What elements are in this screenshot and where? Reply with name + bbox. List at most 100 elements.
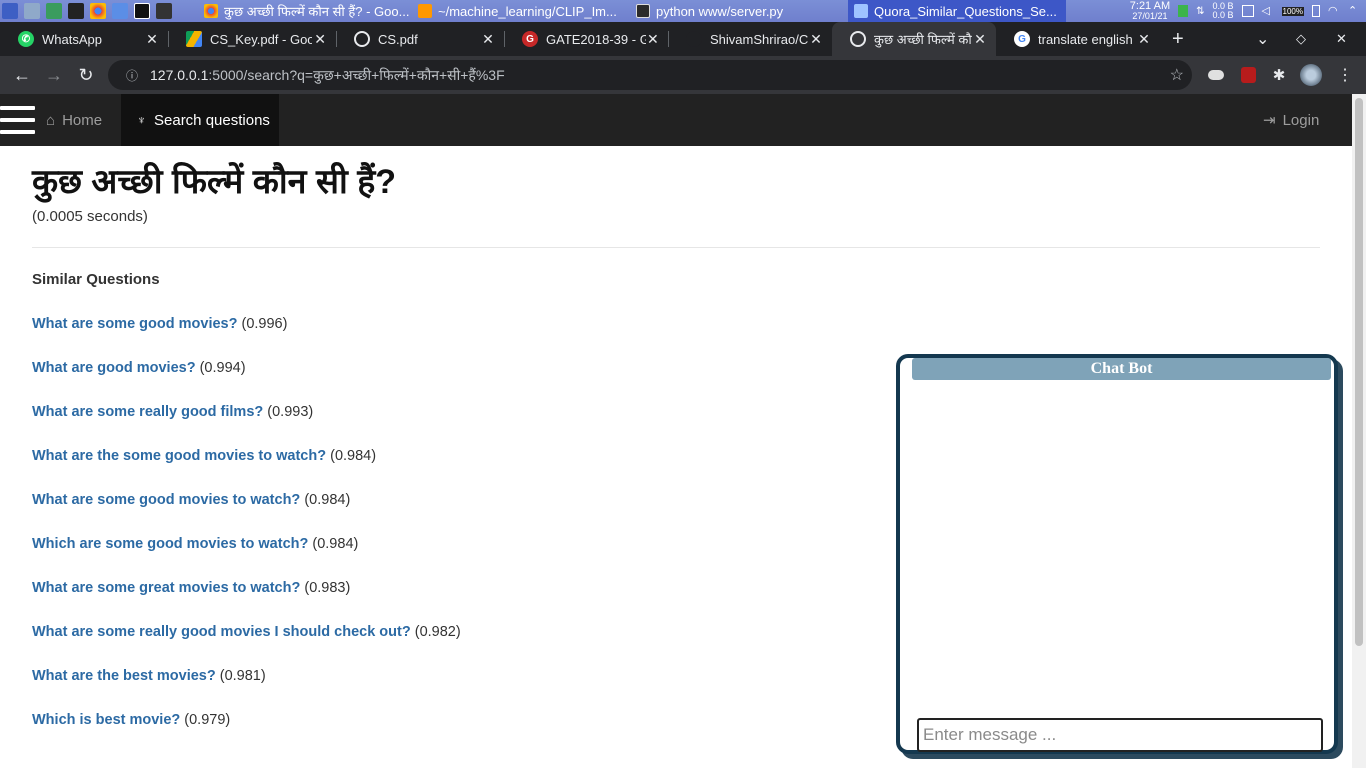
question-link[interactable]: What are the best movies? [32, 668, 216, 684]
close-icon[interactable]: ✕ [646, 31, 660, 48]
list-item: What are the some good movies to watch? … [32, 448, 461, 492]
list-item: What are some really good films? (0.993) [32, 404, 461, 448]
diamond-icon: ◇ [1296, 31, 1306, 46]
net-down: 0.0 B [1212, 10, 1234, 20]
close-icon[interactable]: ✕ [144, 31, 160, 48]
konsole-icon[interactable] [156, 3, 172, 19]
tab-cs-pdf[interactable]: CS.pdf ✕ [336, 22, 504, 56]
question-link[interactable]: What are some really good films? [32, 404, 263, 420]
file-manager-icon[interactable] [24, 3, 40, 19]
nav-search-questions-link[interactable]: ♆ Search questions [121, 94, 279, 146]
list-item: What are some really good movies I shoul… [32, 624, 461, 668]
list-item: What are the best movies? (0.981) [32, 668, 461, 712]
terminal-icon[interactable] [68, 3, 84, 19]
new-tab-button[interactable]: + [1172, 22, 1184, 56]
bookmark-star-icon[interactable]: ☆ [1170, 65, 1184, 85]
list-item: What are some great movies to watch? (0.… [32, 580, 461, 624]
reload-button[interactable]: ↻ [70, 65, 102, 86]
sublime-text-icon [418, 4, 432, 18]
nav-login-label: Login [1282, 111, 1320, 129]
network-arrows-icon: ⇅ [1196, 5, 1205, 17]
taskbar-task-quora-project[interactable]: Quora_Similar_Questions_Se... [848, 0, 1066, 22]
similarity-score: (0.979) [184, 712, 231, 728]
nav-home-link[interactable]: ⌂ Home [46, 94, 102, 146]
close-icon[interactable]: ✕ [480, 31, 496, 48]
arrow-right-icon: → [45, 64, 63, 85]
taskbar-task-label: python www/server.py [656, 3, 784, 19]
google-drive-icon [186, 31, 202, 47]
globe-icon [354, 31, 370, 47]
chat-message-input[interactable] [917, 718, 1323, 752]
window-close-button[interactable]: ✕ [1336, 22, 1347, 56]
question-link[interactable]: What are some great movies to watch? [32, 580, 300, 596]
url-text: 127.0.0.1:5000/search?q=कुछ+अच्छी+फिल्मे… [150, 66, 505, 85]
network-speed: 0.0 B 0.0 B [1213, 2, 1234, 20]
divider [32, 247, 1320, 248]
wifi-icon[interactable]: ◠ [1328, 5, 1340, 17]
question-link[interactable]: Which is best movie? [32, 712, 180, 728]
clipboard-icon[interactable] [1241, 5, 1254, 17]
list-item: What are some good movies? (0.996) [32, 316, 461, 360]
clock[interactable]: 7:21 AM 27/01/21 [1130, 1, 1170, 22]
clock-date: 27/01/21 [1132, 11, 1168, 21]
extensions-puzzle-icon[interactable]: ✱ [1268, 64, 1290, 86]
tab-title: CS_Key.pdf - Goo [210, 31, 313, 47]
reload-icon: ↻ [78, 64, 94, 85]
login-icon: ⇥ [1263, 112, 1276, 129]
pycharm-icon[interactable] [134, 3, 150, 19]
page-scrollbar[interactable] [1352, 94, 1366, 768]
tab-search-active[interactable]: कुछ अच्छी फिल्में कौ ✕ [832, 22, 996, 56]
volume-icon[interactable]: ◁ [1262, 5, 1274, 17]
tab-search-button[interactable]: ⌄ [1256, 22, 1269, 56]
info-icon[interactable]: ⓘ [120, 67, 144, 84]
question-link[interactable]: What are some good movies? [32, 316, 237, 332]
chrome-icon[interactable] [90, 3, 106, 19]
browser-menu-icon[interactable]: ⋮ [1334, 64, 1356, 86]
app-menu-icon[interactable] [2, 3, 18, 19]
nav-login-link[interactable]: ⇥ Login [1263, 94, 1319, 146]
search-timing: (0.0005 seconds) [32, 208, 148, 225]
extension-privacy-icon[interactable] [1205, 64, 1227, 86]
tab-github[interactable]: ShivamShrirao/C ✕ [668, 22, 832, 56]
tab-cs-key-pdf[interactable]: CS_Key.pdf - Goo ✕ [168, 22, 336, 56]
tab-translate[interactable]: G translate english ✕ [996, 22, 1160, 56]
back-button[interactable]: ← [6, 65, 38, 86]
address-bar[interactable]: ⓘ 127.0.0.1:5000/search?q=कुछ+अच्छी+फिल्… [108, 60, 1192, 90]
question-link[interactable]: What are some really good movies I shoul… [32, 624, 411, 640]
forward-button[interactable]: → [38, 65, 70, 86]
close-icon[interactable]: ✕ [312, 31, 328, 48]
taskbar-task-terminal[interactable]: python www/server.py [630, 0, 848, 22]
taskbar-task-label: Quora_Similar_Questions_Se... [874, 3, 1057, 19]
question-link[interactable]: Which are some good movies to watch? [32, 536, 308, 552]
close-icon[interactable]: ✕ [972, 31, 988, 48]
ublock-origin-icon[interactable] [1237, 64, 1259, 86]
files-icon[interactable] [112, 3, 128, 19]
globe-icon [850, 31, 866, 47]
question-link[interactable]: What are good movies? [32, 360, 196, 376]
list-item: Which are some good movies to watch? (0.… [32, 536, 461, 580]
tab-whatsapp[interactable]: ✆ WhatsApp ✕ [0, 22, 168, 56]
taskbar-task-sublime[interactable]: ~/machine_learning/CLIP_Im... [412, 0, 630, 22]
tab-gate2018[interactable]: G GATE2018-39 - GA ✕ [504, 22, 668, 56]
window-restore-button[interactable]: ◇ [1296, 22, 1306, 56]
close-icon[interactable]: ✕ [1136, 31, 1152, 48]
url-host: 127.0.0.1 [150, 66, 209, 83]
taskbar-task-label: कुछ अच्छी फिल्में कौन सी हैं? - Goo... [224, 4, 410, 19]
chrome-icon [204, 4, 218, 18]
phone-icon[interactable] [1312, 5, 1320, 17]
similarity-score: (0.994) [199, 360, 246, 376]
question-link[interactable]: What are the some good movies to watch? [32, 448, 326, 464]
chat-messages-area[interactable] [912, 384, 1331, 714]
taskbar-task-chrome-search[interactable]: कुछ अच्छी फिल्में कौन सी हैं? - Goo... [198, 0, 412, 22]
system-tray: 7:21 AM 27/01/21 ⇅ 0.0 B 0.0 B ◁ 100% ◠ … [1130, 1, 1366, 22]
close-icon[interactable]: ✕ [808, 31, 824, 48]
up-arrow-icon[interactable]: ⌃ [1348, 5, 1360, 17]
question-link[interactable]: What are some good movies to watch? [32, 492, 300, 508]
tab-title: ShivamShrirao/C [710, 31, 809, 47]
nav-search-label: Search questions [154, 111, 270, 129]
scrollbar-thumb[interactable] [1355, 98, 1363, 646]
similar-questions-heading: Similar Questions [32, 271, 160, 288]
hamburger-menu-icon[interactable] [0, 106, 35, 134]
vscode-icon[interactable] [46, 3, 62, 19]
profile-avatar[interactable] [1300, 64, 1322, 86]
